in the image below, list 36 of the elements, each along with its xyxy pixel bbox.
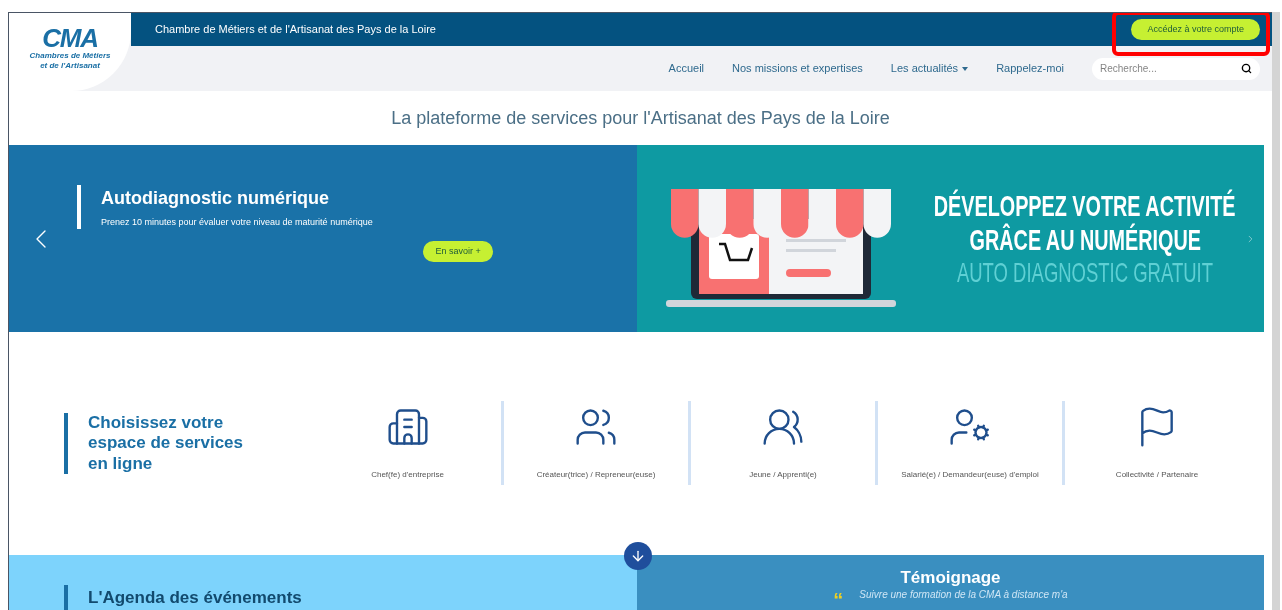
agenda-title: L'Agenda des événements bbox=[88, 587, 302, 607]
banner-title: Autodiagnostic numérique bbox=[101, 186, 330, 210]
site-title: Chambre de Métiers et de l'Artisanat des Pays de la Loire bbox=[155, 22, 436, 38]
scroll-down-button[interactable] bbox=[624, 541, 652, 570]
service-label: Jeune / Apprenti(e) bbox=[749, 469, 817, 482]
service-link[interactable]: Créateur(trice) / Repreneur(euse) bbox=[501, 401, 688, 486]
quote-mark: “ bbox=[833, 589, 844, 610]
logo-caption: et de l'Artisanat bbox=[40, 61, 100, 71]
service-link[interactable]: Salarié(e) / Demandeur(euse) d'emploi bbox=[875, 401, 1062, 486]
service-label: Chef(fe) d'entreprise bbox=[371, 469, 444, 482]
service-link[interactable]: Jeune / Apprenti(e) bbox=[688, 401, 875, 486]
testimonial-text: Suivre une formation de la CMA à distance m'a bbox=[859, 589, 1068, 600]
service-label: Collectivité / Partenaire bbox=[1115, 469, 1199, 482]
testimonial-title: Témoignage bbox=[900, 566, 1001, 588]
service-label: Créateur(trice) / Repreneur(euse) bbox=[536, 469, 656, 482]
nav-link[interactable]: Nos missions et expertises bbox=[732, 60, 863, 77]
search-field[interactable]: Recherche... bbox=[1092, 57, 1260, 80]
caret-icon bbox=[962, 66, 969, 71]
logo-panel[interactable]: CMA Chambres de Métiers et de l'Artisanat bbox=[9, 13, 131, 92]
nav-link[interactable]: Les actualités bbox=[890, 60, 969, 77]
services-title: Choisissez votre espace de services en ligne bbox=[88, 412, 244, 474]
banner-headline: DÉVELOPPEZ VOTRE ACTIVITÉ bbox=[934, 188, 1236, 223]
banner-headline: GRÂCE AU NUMÉRIQUE bbox=[969, 223, 1201, 258]
nav-link[interactable]: Rappelez-moi bbox=[996, 60, 1064, 77]
logo-caption: Chambres de Métiers bbox=[29, 51, 111, 61]
search-icon[interactable] bbox=[1241, 63, 1252, 75]
service-link[interactable]: Collectivité / Partenaire bbox=[1062, 401, 1249, 486]
learn-more-button[interactable]: En savoir + bbox=[423, 241, 493, 263]
banner-subtitle: Prenez 10 minutes pour évaluer votre niveau de maturité numérique bbox=[101, 215, 373, 229]
account-button[interactable]: Accédez à votre compte bbox=[1131, 19, 1260, 40]
service-link[interactable]: Chef(fe) d'entreprise bbox=[314, 401, 501, 486]
nav-link[interactable]: Accueil bbox=[668, 60, 705, 77]
service-label: Salarié(e) / Demandeur(euse) d'emploi bbox=[901, 469, 1039, 482]
tagline: La plateforme de services pour l'Artisanat des Pays de la Loire bbox=[391, 106, 890, 130]
banner-subheadline: AUTO DIAGNOSTIC GRATUIT bbox=[957, 257, 1213, 289]
logo-letters: CMA bbox=[42, 25, 98, 51]
